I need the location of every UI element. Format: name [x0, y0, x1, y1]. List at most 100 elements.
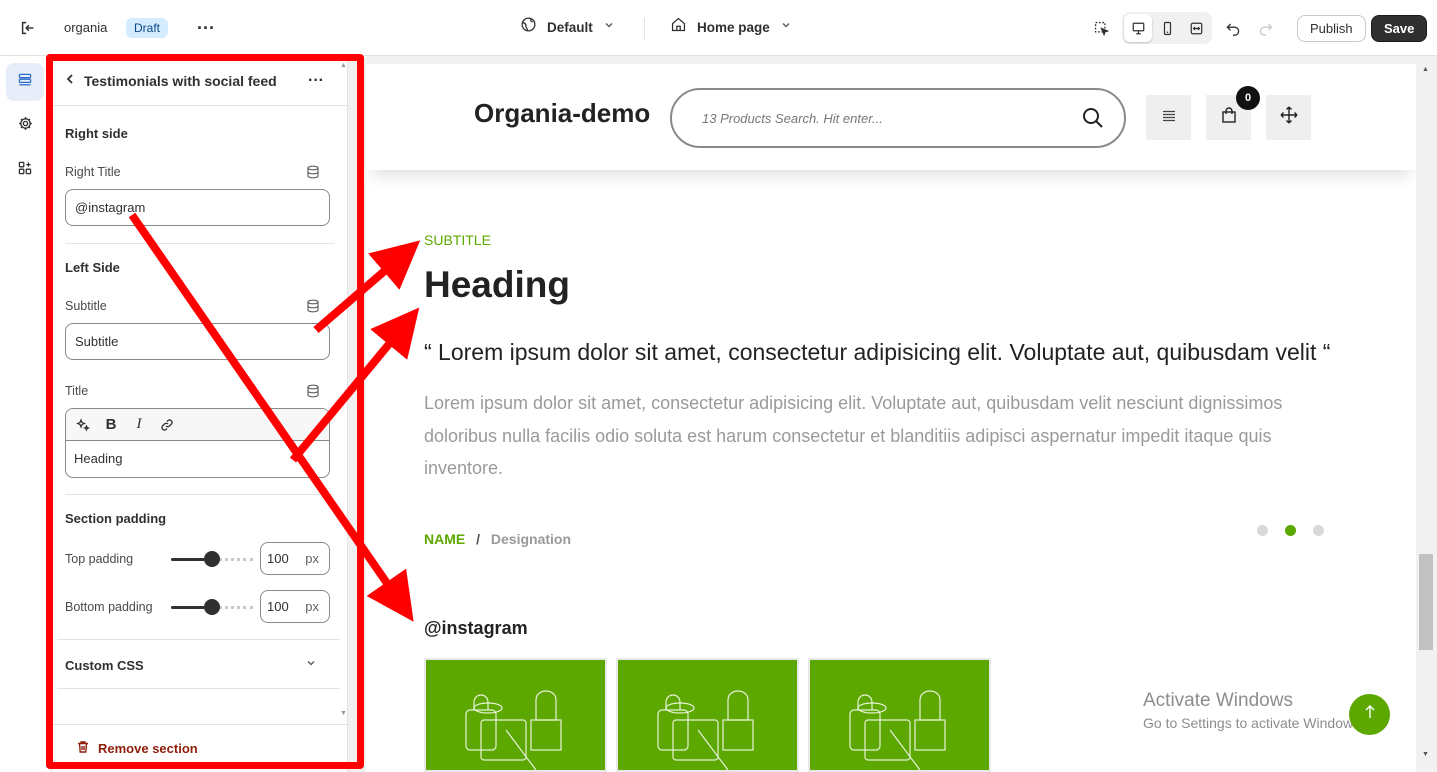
preview-scrollbar[interactable]: ▲ ▼ — [1416, 56, 1437, 772]
link-icon[interactable] — [156, 414, 178, 436]
title-label: Title — [65, 384, 89, 398]
testimonial-author: NAME / Designation — [424, 531, 571, 547]
right-title-input[interactable]: @instagram — [65, 189, 330, 226]
exit-icon[interactable] — [14, 14, 42, 42]
rail-apps[interactable] — [6, 151, 44, 189]
site-logo-text[interactable]: Organia-demo — [474, 98, 650, 129]
carousel-dot[interactable] — [1313, 525, 1324, 536]
section-divider — [57, 639, 340, 640]
panel-scroll-down-indicator: ▼ — [340, 710, 347, 717]
title-input[interactable]: Heading — [66, 441, 329, 476]
chevron-down-icon — [603, 18, 615, 36]
page-selector-label: Home page — [697, 19, 770, 35]
right-side-heading: Right side — [65, 126, 128, 141]
top-padding-slider[interactable] — [171, 551, 253, 567]
panel-scroll-up-indicator: ▲ — [340, 62, 347, 69]
bottom-padding-slider[interactable] — [171, 599, 253, 615]
more-icon[interactable]: ··· — [308, 72, 324, 90]
watermark-line2: Go to Settings to activate Windows. — [1143, 715, 1364, 731]
database-icon[interactable] — [306, 165, 320, 179]
chevron-down-icon — [780, 18, 792, 36]
subtitle-input[interactable]: Subtitle — [65, 323, 330, 360]
move-icon — [1280, 106, 1298, 129]
topbar-divider — [644, 18, 645, 40]
carousel-dot[interactable] — [1285, 525, 1296, 536]
undo-icon[interactable] — [1219, 14, 1247, 42]
remove-section-label: Remove section — [98, 741, 198, 756]
social-feed-title: @instagram — [424, 618, 528, 638]
database-icon[interactable] — [306, 299, 320, 313]
bag-icon — [1221, 107, 1237, 128]
left-side-heading: Left Side — [65, 260, 120, 275]
unit-label: px — [305, 551, 319, 566]
store-name: organia — [64, 20, 108, 35]
scroll-to-top-button[interactable] — [1349, 694, 1390, 735]
page-selector[interactable]: Home page — [670, 16, 792, 38]
section-padding-heading: Section padding — [65, 511, 167, 526]
italic-icon[interactable]: I — [128, 414, 150, 436]
bottom-padding-value: 100 — [267, 599, 289, 614]
search-icon[interactable] — [1082, 107, 1104, 134]
subtitle-label: Subtitle — [65, 299, 107, 313]
right-title-label: Right Title — [65, 165, 121, 179]
theme-selector[interactable]: Default — [520, 16, 615, 38]
rail-settings[interactable] — [6, 107, 44, 145]
desktop-icon[interactable] — [1124, 14, 1152, 42]
theme-selector-label: Default — [547, 19, 593, 35]
back-icon[interactable] — [64, 72, 76, 90]
home-icon — [670, 16, 687, 38]
mobile-icon[interactable] — [1153, 14, 1181, 42]
editor-topbar: organia Draft ··· Default Home page Publ… — [0, 0, 1437, 56]
globe-icon — [520, 16, 537, 38]
social-feed-tile[interactable] — [424, 658, 607, 772]
testimonial-heading: Heading — [424, 264, 570, 305]
scroll-down-arrow[interactable]: ▼ — [1422, 751, 1429, 758]
arrow-up-icon — [1364, 705, 1376, 724]
menu-icon — [1162, 109, 1176, 127]
chevron-down-icon — [305, 656, 317, 674]
cart-count-badge: 0 — [1236, 86, 1260, 110]
carousel-dot[interactable] — [1257, 525, 1268, 536]
move-button[interactable] — [1266, 95, 1311, 140]
rail-sections[interactable] — [6, 63, 44, 101]
top-padding-input[interactable]: 100 px — [260, 542, 330, 575]
top-padding-label: Top padding — [65, 552, 134, 566]
social-feed-tile[interactable] — [616, 658, 799, 772]
viewport-switcher — [1122, 12, 1212, 44]
bold-icon[interactable]: B — [100, 414, 122, 436]
more-icon[interactable]: ··· — [192, 14, 220, 42]
top-padding-value: 100 — [267, 551, 289, 566]
publish-button[interactable]: Publish — [1297, 15, 1366, 42]
site-search-bar[interactable]: 13 Products Search. Hit enter... — [670, 88, 1126, 148]
section-divider — [65, 494, 335, 495]
remove-section-button[interactable]: Remove section — [76, 740, 198, 757]
author-designation: Designation — [490, 531, 572, 547]
magic-icon[interactable] — [72, 414, 94, 436]
bottom-padding-input[interactable]: 100 px — [260, 590, 330, 623]
bag-illustration-icon — [849, 690, 946, 770]
testimonial-body: Lorem ipsum dolor sit amet, consectetur … — [424, 393, 1283, 478]
windows-activation-watermark: Activate Windows Go to Settings to activ… — [1143, 690, 1364, 731]
custom-css-label: Custom CSS — [65, 657, 144, 673]
inspect-icon[interactable] — [1087, 14, 1115, 42]
settings-icon — [17, 115, 34, 137]
carousel-dots — [1257, 525, 1324, 536]
slider-thumb[interactable] — [204, 551, 220, 567]
slider-thumb[interactable] — [204, 599, 220, 615]
panel-header: Testimonials with social feed ··· — [52, 56, 348, 106]
redo-icon[interactable] — [1252, 14, 1280, 42]
fullwidth-icon[interactable] — [1182, 14, 1210, 42]
social-feed-tile[interactable] — [808, 658, 991, 772]
scroll-up-arrow[interactable]: ▲ — [1422, 66, 1429, 73]
save-button[interactable]: Save — [1371, 15, 1428, 42]
menu-button[interactable] — [1146, 95, 1191, 140]
site-header: Organia-demo 13 Products Search. Hit ent… — [366, 64, 1416, 170]
database-icon[interactable] — [306, 384, 320, 398]
custom-css-toggle[interactable]: Custom CSS — [65, 656, 317, 674]
panel-title: Testimonials with social feed — [84, 72, 277, 89]
scrollbar-thumb[interactable] — [1419, 554, 1433, 650]
author-separator: / — [476, 531, 481, 547]
search-placeholder: 13 Products Search. Hit enter... — [702, 111, 883, 126]
apps-icon — [17, 160, 33, 181]
section-divider — [65, 243, 335, 244]
